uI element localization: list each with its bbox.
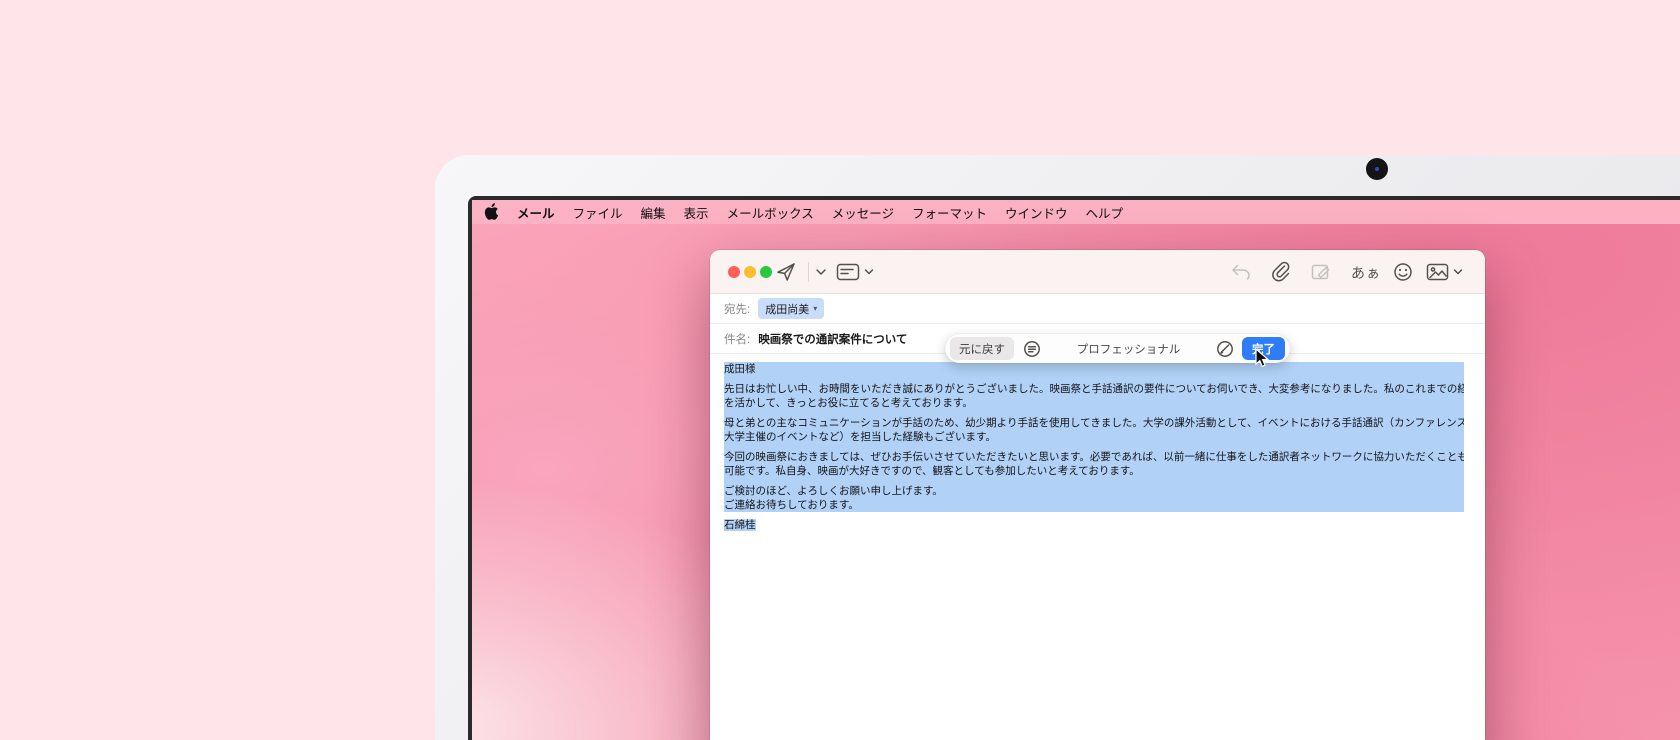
recipient-chevron-icon: ▾ xyxy=(813,304,817,313)
subject-label: 件名: xyxy=(724,331,750,347)
markup-icon xyxy=(1310,261,1332,283)
menu-item[interactable]: ウインドウ xyxy=(996,203,1077,222)
menu-item[interactable]: ファイル xyxy=(564,203,632,222)
writing-tools-icon[interactable] xyxy=(1023,340,1041,358)
tone-label: プロフェッショナル xyxy=(1041,341,1216,357)
menu-item[interactable]: 表示 xyxy=(675,203,718,222)
undo-icon xyxy=(1230,262,1252,282)
rewrite-icon[interactable] xyxy=(1216,340,1234,358)
body-line: ご検討のほど、よろしくお願い申し上げます。 xyxy=(724,484,1464,498)
header-fields-chevron-icon[interactable] xyxy=(864,268,874,276)
menu-bar: メールファイル編集表示メールボックスメッセージフォーマットウインドウヘルプ xyxy=(472,200,1680,224)
to-label: 宛先: xyxy=(724,301,750,317)
mouse-cursor xyxy=(1254,348,1272,368)
mail-compose-window: あぁ 宛先: 成田尚美 xyxy=(710,250,1485,740)
body-line: ご連絡お待ちしております。 xyxy=(724,498,1464,512)
writing-tools-bar: 元に戻す プロフェッショナル 完了 xyxy=(945,334,1290,363)
menu-item[interactable]: 編集 xyxy=(632,203,675,222)
body-line: 可能です。私自身、映画が大好きですので、観客としても参加したいと考えております。 xyxy=(724,464,1464,478)
menu-item[interactable]: メッセージ xyxy=(823,203,903,222)
menu-item[interactable]: メール xyxy=(508,203,564,222)
photo-browser-chevron-icon[interactable] xyxy=(1453,268,1463,276)
compose-toolbar: あぁ xyxy=(710,250,1485,294)
mail-body[interactable]: 成田様先日はお忙しい中、お時間をいただき誠にありがとうございました。映画祭と手話… xyxy=(724,355,1464,740)
menu-item[interactable]: フォーマット xyxy=(903,203,996,222)
recipient-name: 成田尚美 xyxy=(765,301,809,317)
send-options-chevron-icon[interactable] xyxy=(815,267,827,277)
revert-button[interactable]: 元に戻す xyxy=(950,337,1014,360)
body-line: 石綿桂 xyxy=(724,518,1464,532)
attachment-icon[interactable] xyxy=(1270,260,1292,284)
minimize-button[interactable] xyxy=(744,266,756,278)
body-line: 母と弟との主なコミュニケーションが手話のため、幼少期より手話を使用してきました。… xyxy=(724,416,1464,430)
body-line: を活かして、きっとお役に立てると考えております。 xyxy=(724,396,1464,410)
body-line: 先日はお忙しい中、お時間をいただき誠にありがとうございました。映画祭と手話通訳の… xyxy=(724,382,1464,396)
format-text-button[interactable]: あぁ xyxy=(1351,263,1381,283)
to-row[interactable]: 宛先: 成田尚美 ▾ xyxy=(710,294,1485,324)
page-background: メールファイル編集表示メールボックスメッセージフォーマットウインドウヘルプ xyxy=(0,0,1680,740)
photo-browser-icon[interactable] xyxy=(1426,262,1449,282)
menu-item[interactable]: メールボックス xyxy=(718,203,823,222)
body-line: 今回の映画祭におきましては、ぜひお手伝いさせていただきたいと思います。必要であれ… xyxy=(724,450,1464,464)
emoji-icon[interactable] xyxy=(1392,261,1414,283)
zoom-button[interactable] xyxy=(760,266,772,278)
apple-menu-icon[interactable] xyxy=(484,203,499,220)
send-icon[interactable] xyxy=(774,260,798,284)
desktop-wallpaper: メールファイル編集表示メールボックスメッセージフォーマットウインドウヘルプ xyxy=(472,200,1680,740)
menu-item[interactable]: ヘルプ xyxy=(1077,203,1133,222)
subject-text: 映画祭での通訳案件について xyxy=(758,331,907,347)
close-button[interactable] xyxy=(728,266,740,278)
header-fields-icon[interactable] xyxy=(836,262,860,282)
body-line: 成田様 xyxy=(724,362,1464,376)
recipient-chip[interactable]: 成田尚美 ▾ xyxy=(758,298,824,319)
facetime-camera xyxy=(1366,158,1388,180)
body-line: 大学主催のイベントなど）を担当した経験もございます。 xyxy=(724,430,1464,444)
toolbar-divider xyxy=(808,262,809,282)
